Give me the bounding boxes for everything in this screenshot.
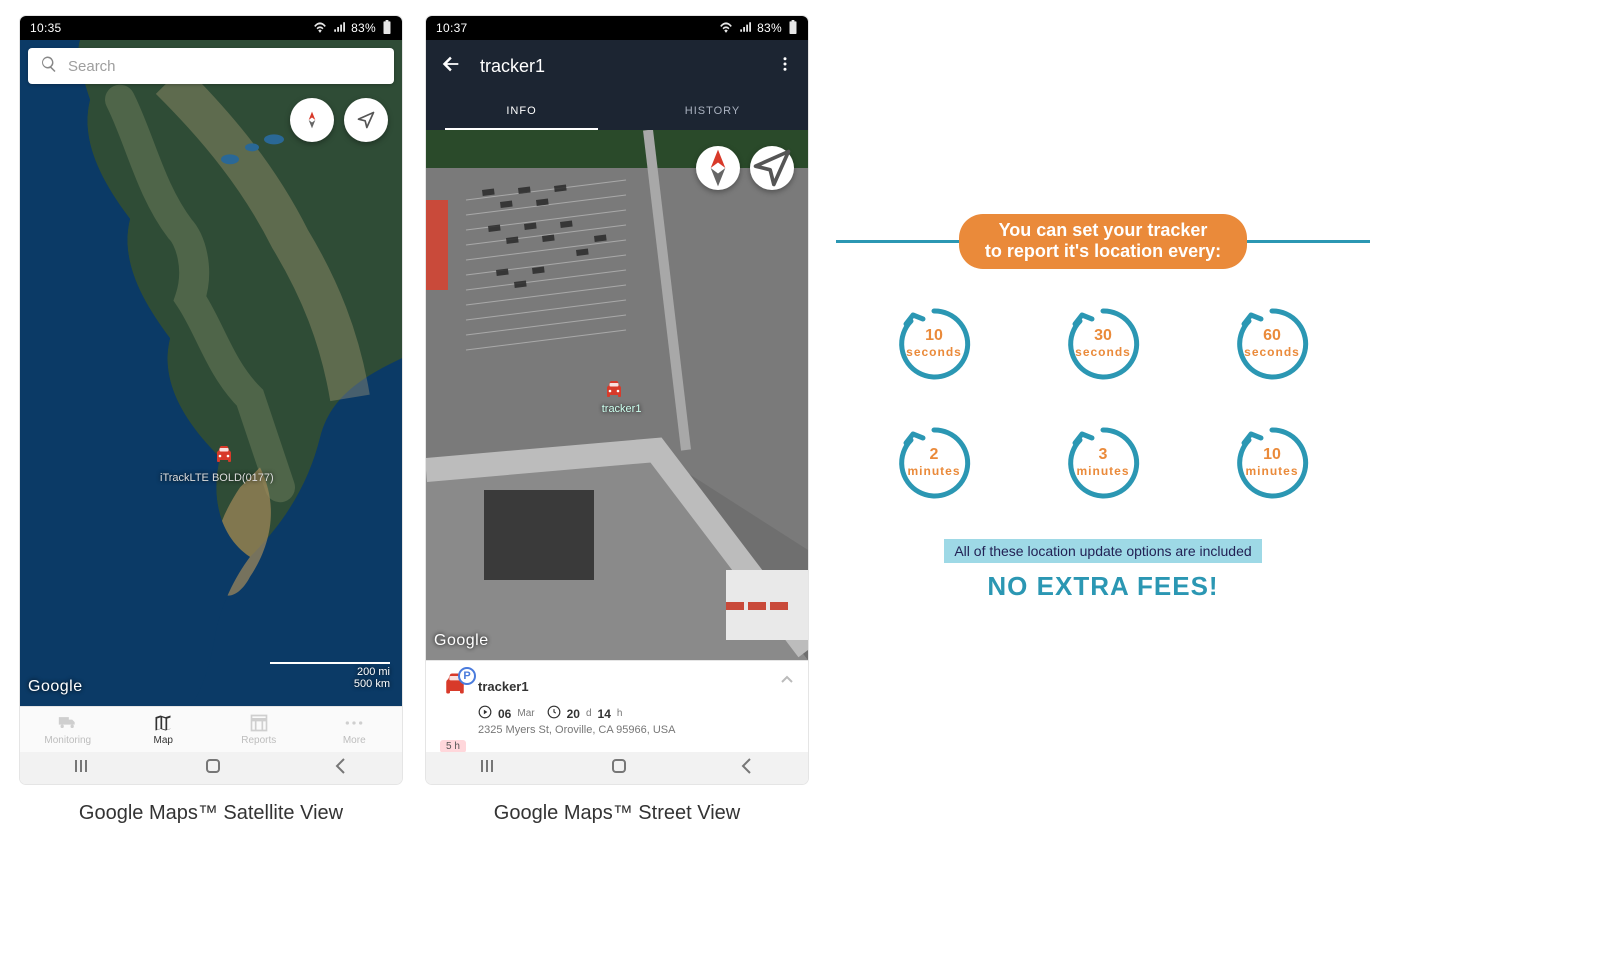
back-icon[interactable] [440, 53, 462, 80]
status-time: 10:37 [436, 21, 468, 35]
chevron-up-icon[interactable] [780, 671, 794, 689]
android-nav [20, 752, 402, 784]
android-back-icon[interactable] [333, 757, 347, 780]
interval-option: 30seconds [1043, 299, 1163, 394]
tracker-pin[interactable]: tracker1 [602, 379, 626, 403]
dur-hours-unit: h [617, 708, 623, 719]
interval-option: 60seconds [1212, 299, 1332, 394]
interval-unit: seconds [874, 345, 994, 359]
wifi-icon [313, 21, 327, 36]
wifi-icon [719, 21, 733, 36]
compass-button[interactable] [290, 98, 334, 142]
interval-unit: minutes [1212, 464, 1332, 478]
promo-subtext: All of these location update options are… [944, 539, 1261, 563]
aerial-map[interactable]: tracker1 Google [426, 130, 808, 660]
overflow-icon[interactable] [776, 55, 794, 78]
interval-option: 3minutes [1043, 418, 1163, 513]
interval-unit: minutes [1043, 464, 1163, 478]
interval-unit: seconds [1212, 345, 1332, 359]
promo-shout: NO EXTRA FEES! [838, 571, 1368, 602]
nav-monitoring[interactable]: Monitoring [20, 707, 116, 752]
reports-icon [249, 713, 269, 733]
compass-button[interactable] [696, 146, 740, 190]
tracker-avatar: P [440, 671, 470, 701]
signal-icon [739, 21, 751, 36]
android-recent-icon[interactable] [481, 759, 499, 778]
tracker-title: tracker1 [480, 56, 776, 77]
nav-label: More [343, 735, 366, 746]
android-nav [426, 752, 808, 784]
date-unit: Mar [517, 708, 534, 719]
interval-option: 2minutes [874, 418, 994, 513]
interval-option: 10minutes [1212, 418, 1332, 513]
interval-option: 10seconds [874, 299, 994, 394]
interval-unit: seconds [1043, 345, 1163, 359]
tracker-info-card[interactable]: P tracker1 06 Mar 20 d 14 h 2325 Myers S… [426, 660, 808, 752]
nav-more[interactable]: More [307, 707, 403, 752]
android-home-icon[interactable] [610, 757, 628, 780]
more-icon [344, 713, 364, 733]
caption-satellite: Google Maps™ Satellite View [20, 802, 402, 825]
promo-headline-l1: You can set your tracker [999, 220, 1208, 240]
tracker-map-label: tracker1 [602, 403, 642, 415]
caption-street: Google Maps™ Street View [426, 802, 808, 825]
dur-days-unit: d [586, 708, 592, 719]
dur-hours: 14 [598, 707, 611, 721]
signal-icon [333, 21, 345, 36]
status-bar: 10:35 83% [20, 16, 402, 40]
status-battery: 83% [757, 21, 782, 35]
bottom-nav: Monitoring Map Reports More [20, 706, 402, 752]
tab-info[interactable]: INFO [426, 92, 617, 130]
parking-badge: P [458, 667, 476, 685]
nav-reports[interactable]: Reports [211, 707, 307, 752]
tracker-name: tracker1 [478, 679, 529, 694]
google-logo: Google [434, 632, 489, 650]
interval-number: 60 [1212, 327, 1332, 345]
android-recent-icon[interactable] [75, 759, 93, 778]
tracker-pin[interactable] [212, 444, 236, 468]
interval-number: 10 [874, 327, 994, 345]
nav-label: Monitoring [44, 735, 91, 746]
search-input[interactable]: Search [28, 48, 394, 84]
tracker-label: iTrackLTE BOLD(0177) [160, 472, 274, 484]
clock-icon [547, 705, 561, 722]
status-time: 10:35 [30, 21, 62, 35]
status-battery: 83% [351, 21, 376, 35]
scale-bar: 200 mi 500 km [270, 662, 390, 690]
google-logo: Google [28, 678, 83, 696]
tab-history[interactable]: HISTORY [617, 92, 808, 130]
promo-panel: You can set your tracker to report it's … [838, 214, 1368, 602]
battery-icon [788, 20, 798, 37]
locate-button[interactable] [344, 98, 388, 142]
interval-number: 10 [1212, 446, 1332, 464]
battery-icon [382, 20, 392, 37]
play-icon [478, 705, 492, 722]
tracker-header: tracker1 INFO HISTORY [426, 40, 808, 130]
scale-bottom: 500 km [270, 678, 390, 690]
nav-label: Map [154, 735, 173, 746]
android-home-icon[interactable] [204, 757, 222, 780]
nav-map[interactable]: Map [116, 707, 212, 752]
phone-street-view: 10:37 83% tracker1 INFO HISTORY [426, 16, 808, 784]
search-icon [40, 55, 58, 78]
android-back-icon[interactable] [739, 757, 753, 780]
dur-days: 20 [567, 707, 580, 721]
promo-headline-l2: to report it's location every: [985, 241, 1221, 261]
search-placeholder: Search [68, 58, 116, 75]
date-number: 06 [498, 707, 511, 721]
tracker-address: 2325 Myers St, Oroville, CA 95966, USA [478, 724, 794, 736]
interval-number: 2 [874, 446, 994, 464]
scale-top: 200 mi [270, 666, 390, 678]
map-icon [153, 713, 173, 733]
interval-number: 3 [1043, 446, 1163, 464]
locate-button[interactable] [750, 146, 794, 190]
interval-unit: minutes [874, 464, 994, 478]
nav-label: Reports [241, 735, 276, 746]
status-bar: 10:37 83% [426, 16, 808, 40]
interval-number: 30 [1043, 327, 1163, 345]
phone-satellite-view: 10:35 83% [20, 16, 402, 784]
promo-headline: You can set your tracker to report it's … [959, 214, 1247, 269]
truck-icon [58, 713, 78, 733]
